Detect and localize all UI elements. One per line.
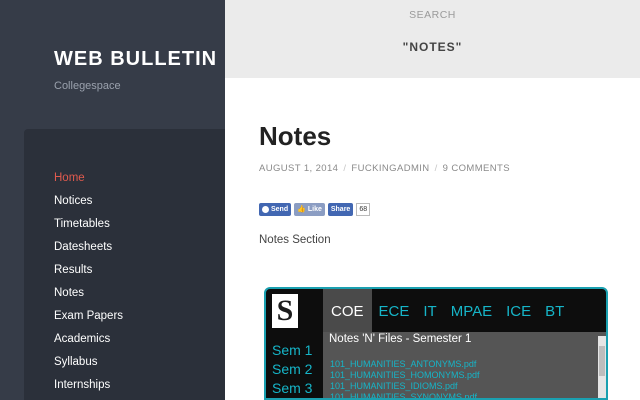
semester-list: Sem 1 Sem 2 Sem 3 [272, 341, 312, 398]
tab-ece[interactable]: ECE [372, 289, 417, 332]
site-title[interactable]: WEB BULLETIN [54, 48, 217, 71]
nav-item-notes[interactable]: Notes [54, 285, 123, 308]
tab-bt[interactable]: BT [538, 289, 571, 332]
post-comments-link[interactable]: 9 COMMENTS [443, 163, 510, 174]
fb-send-label: Send [271, 206, 289, 213]
sidebar: WEB BULLETIN Collegespace Home Notices T… [0, 0, 225, 400]
main-nav: Home Notices Timetables Datesheets Resul… [24, 129, 225, 400]
meta-separator: / [343, 163, 347, 174]
nav-item-datesheets[interactable]: Datesheets [54, 239, 123, 262]
notes-embed: S COE ECE IT MPAE ICE BT Sem 1 Sem 2 Sem… [264, 287, 608, 400]
logo-letter: S [276, 294, 294, 327]
nav-item-syllabus[interactable]: Syllabus [54, 354, 123, 377]
meta-separator: / [434, 163, 438, 174]
semester-item[interactable]: Sem 2 [272, 360, 312, 379]
nav-item-notices[interactable]: Notices [54, 193, 123, 216]
nav-item-home[interactable]: Home [54, 170, 123, 193]
file-link[interactable]: 101_HUMANITIES_IDIOMS.pdf [330, 381, 480, 392]
files-pane: Notes 'N' Files - Semester 1 101_HUMANIT… [323, 332, 606, 398]
post-meta: AUGUST 1, 2014 / FUCKINGADMIN / 9 COMMENTS [259, 163, 510, 174]
fb-send-button[interactable]: Send [259, 203, 292, 216]
tab-ice[interactable]: ICE [499, 289, 538, 332]
fb-like-button[interactable]: 👍 Like [294, 203, 325, 216]
files-scrollbar[interactable] [598, 336, 606, 398]
search-query: "NOTES" [402, 40, 463, 54]
files-title: Notes 'N' Files - Semester 1 [329, 333, 472, 345]
search-label: SEARCH [409, 9, 456, 21]
site-description: Collegespace [54, 80, 121, 92]
tab-mpae[interactable]: MPAE [444, 289, 499, 332]
file-link[interactable]: 101_HUMANITIES_ANTONYMS.pdf [330, 359, 480, 370]
semester-item[interactable]: Sem 1 [272, 341, 312, 360]
post-date[interactable]: AUGUST 1, 2014 [259, 163, 338, 174]
fb-like-label: Like [307, 206, 322, 213]
file-link[interactable]: 101_HUMANITIES_HOMONYMS.pdf [330, 370, 480, 381]
tab-it[interactable]: IT [416, 289, 443, 332]
file-link[interactable]: 101_HUMANITIES_SYNONYMS.pdf [330, 392, 480, 398]
file-list: 101_HUMANITIES_ANTONYMS.pdf 101_HUMANITI… [330, 359, 480, 398]
branch-tabs: COE ECE IT MPAE ICE BT [323, 289, 571, 332]
nav-item-exam-papers[interactable]: Exam Papers [54, 308, 123, 331]
section-text: Notes Section [259, 234, 331, 246]
social-buttons: Send 👍 Like Share 68 [259, 203, 371, 216]
fb-share-count: 68 [356, 203, 371, 216]
scrollbar-thumb[interactable] [599, 346, 605, 376]
tab-coe[interactable]: COE [323, 289, 372, 332]
fb-share-label: Share [330, 206, 351, 213]
fb-share-button[interactable]: Share [327, 203, 354, 216]
nav-item-timetables[interactable]: Timetables [54, 216, 123, 239]
nav-item-results[interactable]: Results [54, 262, 123, 285]
nav-item-internships[interactable]: Internships [54, 377, 123, 400]
search-header: SEARCH "NOTES" [225, 0, 640, 78]
semester-item[interactable]: Sem 3 [272, 379, 312, 398]
thumbs-up-icon: 👍 [297, 206, 306, 213]
post-title[interactable]: Notes [259, 121, 331, 152]
messenger-icon [262, 206, 269, 213]
post-author[interactable]: FUCKINGADMIN [351, 163, 429, 174]
nav-item-academics[interactable]: Academics [54, 331, 123, 354]
collegespace-logo[interactable]: S [272, 294, 298, 328]
